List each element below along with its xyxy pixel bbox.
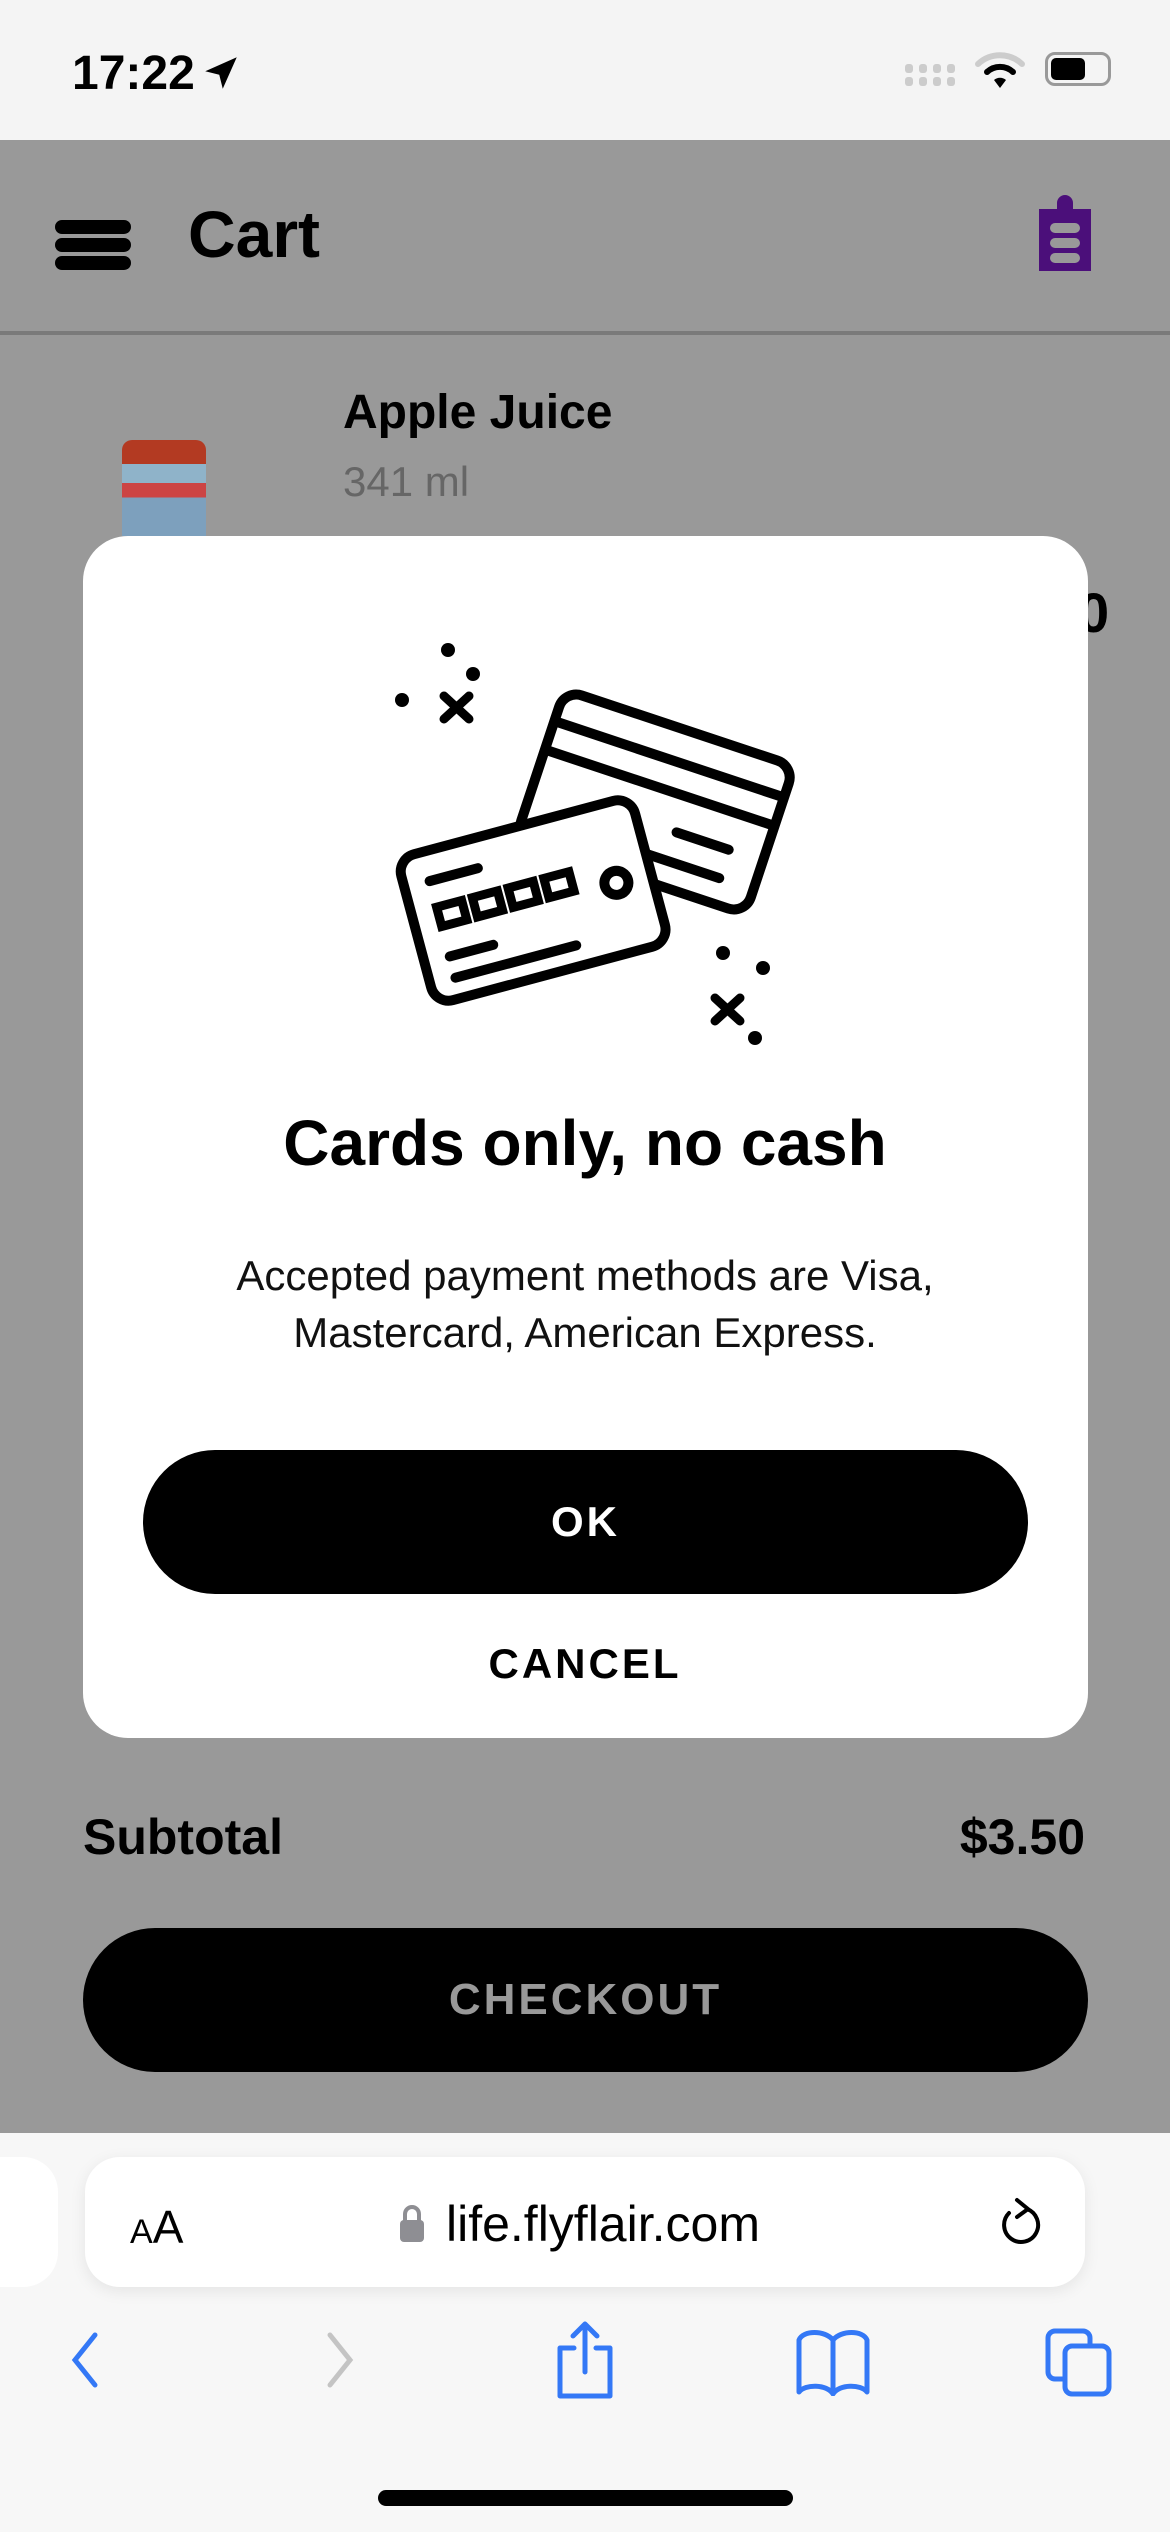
text-size-large-a: A [152,2201,184,2253]
cellular-signal-icon [905,64,955,86]
hamburger-menu-icon[interactable] [0,140,150,335]
clipboard-list-icon[interactable] [1035,195,1095,271]
subtotal-value: $3.50 [959,1809,1085,1865]
url-text[interactable]: life.flyflair.com [446,2195,760,2253]
battery-icon [1045,52,1111,86]
previous-tab-preview[interactable] [0,2157,58,2287]
page-title: Cart [188,197,321,271]
bookmarks-icon[interactable] [795,2330,871,2396]
reload-icon[interactable] [995,2195,1045,2251]
tabs-icon[interactable] [1045,2328,1115,2398]
location-arrow-icon [205,57,237,89]
ok-button[interactable]: OK [143,1450,1028,1594]
checkout-button[interactable]: CHECKOUT [83,1928,1088,2072]
product-image [122,440,206,536]
status-time: 17:22 [72,47,195,100]
product-name: Apple Juice [343,386,613,439]
cancel-button[interactable]: CANCEL [0,1640,1170,1688]
credit-cards-icon [395,643,795,1045]
back-icon[interactable] [65,2330,105,2390]
status-bar: 17:22 [0,0,1170,140]
text-size-button[interactable]: AA [130,2200,183,2254]
home-indicator [378,2490,793,2506]
text-size-small-a: A [130,2213,153,2251]
dialog-message-line1: Accepted payment methods are Visa, [236,1252,934,1299]
product-size: 341 ml [343,458,470,505]
share-icon[interactable] [555,2320,615,2400]
subtotal-label: Subtotal [83,1809,283,1865]
wifi-icon [975,52,1025,88]
lock-icon [400,2205,424,2242]
forward-icon[interactable] [320,2330,360,2390]
dialog-title: Cards only, no cash [283,1107,887,1179]
dialog-message-line2: Mastercard, American Express. [293,1309,877,1356]
app-header [0,140,1170,335]
